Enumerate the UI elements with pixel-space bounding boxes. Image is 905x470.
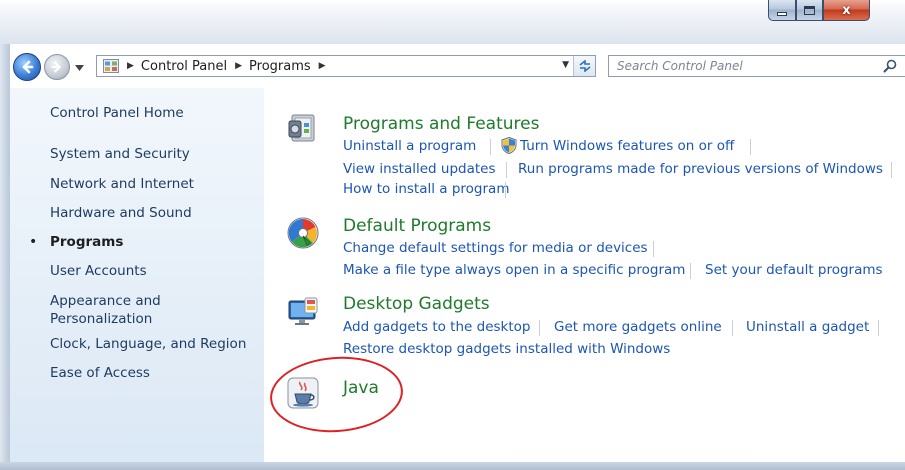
- address-dropdown-icon[interactable]: ▼: [562, 60, 569, 70]
- sidebar-item-personalization[interactable]: Personalization: [50, 311, 152, 328]
- link-separator: [750, 139, 751, 155]
- address-bar[interactable]: ▶ Control Panel ▶ Programs ▶ ▼: [96, 55, 596, 77]
- minimize-button[interactable]: [768, 0, 796, 21]
- link-set-default-programs[interactable]: Set your default programs: [705, 262, 883, 278]
- control-panel-icon: [103, 59, 119, 73]
- active-bullet: •: [29, 234, 38, 250]
- sidebar-item-system-security[interactable]: System and Security: [50, 146, 190, 163]
- link-change-default-media[interactable]: Change default settings for media or dev…: [343, 240, 648, 256]
- caption-buttons: x: [768, 0, 898, 22]
- recent-pages-button[interactable]: [72, 60, 86, 76]
- programs-features-icon[interactable]: [286, 111, 320, 145]
- sidebar-item-appearance[interactable]: Appearance and: [50, 293, 161, 310]
- category-title-desktop-gadgets[interactable]: Desktop Gadgets: [343, 294, 490, 314]
- link-add-gadgets[interactable]: Add gadgets to the desktop: [343, 319, 530, 335]
- link-get-more-gadgets[interactable]: Get more gadgets online: [554, 319, 722, 335]
- sidebar-item-ease-of-access[interactable]: Ease of Access: [50, 365, 150, 382]
- refresh-button[interactable]: [573, 56, 595, 76]
- window-frame-bottom: [0, 462, 905, 470]
- sidebar-item-network-internet[interactable]: Network and Internet: [50, 176, 194, 193]
- link-separator: [732, 320, 733, 336]
- refresh-icon: [579, 60, 590, 72]
- maximize-icon: [804, 5, 815, 15]
- link-restore-gadgets[interactable]: Restore desktop gadgets installed with W…: [343, 341, 670, 357]
- window-frame-left: [0, 44, 10, 470]
- search-icon[interactable]: [883, 59, 897, 73]
- default-programs-icon[interactable]: [286, 216, 320, 250]
- breadcrumb-programs[interactable]: Programs: [249, 59, 311, 74]
- forward-button[interactable]: [44, 54, 70, 80]
- breadcrumb-control-panel[interactable]: Control Panel: [141, 59, 227, 74]
- link-uninstall-gadget[interactable]: Uninstall a gadget: [746, 319, 869, 335]
- link-turn-windows-features[interactable]: Turn Windows features on or off: [520, 138, 734, 154]
- desktop-gadgets-icon[interactable]: [286, 295, 320, 329]
- link-separator: [878, 320, 879, 336]
- category-title-programs-features[interactable]: Programs and Features: [343, 114, 539, 134]
- search-input[interactable]: [609, 59, 869, 73]
- breadcrumb-separator[interactable]: ▶: [319, 61, 326, 71]
- forward-arrow-icon: [51, 61, 61, 73]
- uac-shield-icon: [501, 137, 517, 154]
- sidebar-item-clock-language-region[interactable]: Clock, Language, and Region: [50, 336, 246, 353]
- close-icon: x: [842, 2, 851, 18]
- link-separator: [653, 241, 654, 257]
- breadcrumb-separator[interactable]: ▶: [235, 61, 242, 71]
- link-file-type-association[interactable]: Make a file type always open in a specif…: [343, 262, 685, 278]
- link-separator: [539, 320, 540, 336]
- search-box: [608, 55, 905, 77]
- close-button[interactable]: x: [823, 0, 870, 21]
- maximize-button[interactable]: [796, 0, 823, 21]
- link-how-to-install[interactable]: How to install a program: [343, 181, 509, 197]
- link-separator: [891, 162, 892, 178]
- link-separator: [506, 162, 507, 178]
- breadcrumb-separator[interactable]: ▶: [127, 61, 134, 71]
- category-title-default-programs[interactable]: Default Programs: [343, 216, 491, 236]
- sidebar-item-user-accounts[interactable]: User Accounts: [50, 263, 147, 280]
- link-separator: [490, 139, 491, 155]
- link-view-installed-updates[interactable]: View installed updates: [343, 161, 496, 177]
- link-separator: [505, 182, 506, 198]
- back-button[interactable]: [13, 53, 41, 81]
- sidebar: Control Panel Home System and Security N…: [10, 88, 264, 462]
- chevron-down-icon: [74, 65, 84, 71]
- link-run-older-programs[interactable]: Run programs made for previous versions …: [518, 161, 883, 177]
- link-uninstall-program[interactable]: Uninstall a program: [343, 138, 476, 154]
- sidebar-item-control-panel-home[interactable]: Control Panel Home: [50, 105, 184, 122]
- minimize-icon: [777, 12, 787, 16]
- sidebar-item-hardware-sound[interactable]: Hardware and Sound: [50, 205, 192, 222]
- link-separator: [690, 263, 691, 279]
- sidebar-item-programs: Programs: [50, 234, 124, 250]
- back-arrow-icon: [22, 60, 34, 74]
